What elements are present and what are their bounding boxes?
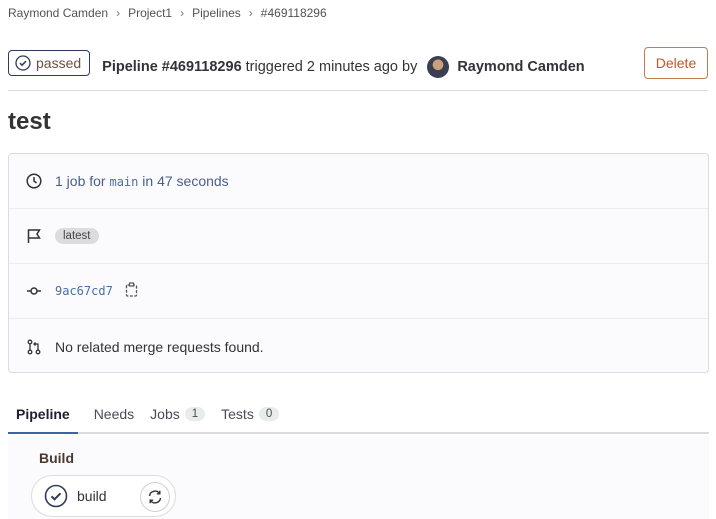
user-name[interactable]: Raymond Camden [457, 59, 584, 75]
pipeline-id: Pipeline #469118296 [102, 59, 242, 75]
triggered-text: triggered 2 minutes ago by [245, 59, 418, 75]
retry-button[interactable] [140, 482, 170, 512]
latest-badge: latest [55, 228, 99, 244]
copy-icon[interactable] [125, 281, 139, 301]
tab-label: Tests [221, 406, 254, 422]
tab-tests[interactable]: Tests 0 [221, 396, 280, 432]
commit-row: 9ac67cd7 [9, 264, 708, 319]
job-name: build [77, 488, 107, 504]
tab-label: Pipeline [16, 406, 70, 422]
retry-icon [148, 490, 162, 504]
tab-pipeline[interactable]: Pipeline [8, 396, 78, 434]
breadcrumb: Raymond Camden › Project1 › Pipelines › #46… [8, 6, 327, 20]
status-text: passed [36, 55, 82, 71]
job-count: 1 job for [55, 173, 106, 189]
status-badge[interactable]: passed [8, 50, 91, 76]
breadcrumb-pipeline[interactable]: #469118296 [261, 6, 327, 20]
commit-icon [25, 283, 43, 299]
page-title: test [8, 108, 51, 135]
merge-request-row: No related merge requests found. [9, 319, 708, 374]
commit-sha[interactable]: 9ac67cd7 [55, 284, 113, 298]
tab-needs[interactable]: Needs [94, 396, 134, 432]
pipeline-graph: Build build [8, 436, 709, 519]
check-circle-icon [44, 484, 68, 508]
breadcrumb-project[interactable]: Project1 [128, 6, 172, 20]
breadcrumb-user[interactable]: Raymond Camden [8, 6, 108, 20]
pipeline-tabs: Pipeline Needs Jobs 1 Tests 0 [8, 396, 709, 434]
branch-link[interactable]: main [109, 175, 138, 189]
duration: in 47 seconds [142, 173, 229, 189]
clock-icon [25, 173, 43, 189]
avatar[interactable] [427, 56, 450, 78]
tab-label: Jobs [150, 406, 180, 422]
tests-count: 0 [258, 407, 280, 421]
job-build[interactable]: build [31, 475, 176, 517]
breadcrumb-pipelines[interactable]: Pipelines [192, 6, 241, 20]
tab-label: Needs [93, 406, 135, 422]
flag-icon [25, 228, 43, 244]
merge-request-text: No related merge requests found. [55, 338, 264, 355]
jobs-count: 1 [184, 407, 206, 421]
pipeline-header: passed Pipeline #469118296 triggered 2 m… [8, 46, 708, 91]
tab-jobs[interactable]: Jobs 1 [150, 396, 206, 432]
merge-request-icon [25, 339, 43, 355]
tag-row: latest [9, 209, 708, 264]
duration-row: 1 job for main in 47 seconds [9, 154, 708, 209]
delete-button[interactable]: Delete [644, 47, 708, 79]
pipeline-info-card: 1 job for main in 47 seconds latest 9ac6… [8, 153, 709, 373]
stage-title: Build [39, 450, 74, 466]
check-circle-icon [15, 55, 31, 71]
